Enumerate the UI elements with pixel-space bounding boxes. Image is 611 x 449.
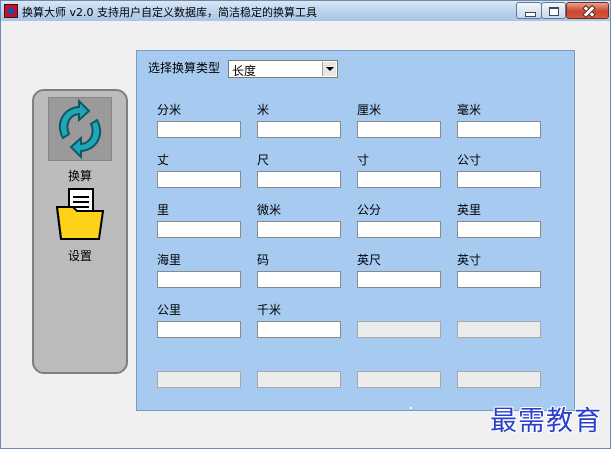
unit-label: 寸: [357, 153, 370, 167]
close-button[interactable]: [566, 2, 609, 19]
converter-panel: 选择换算类型 长度 分米 米 厘米 毫米 丈 尺 寸 公寸 里 微米 公分 英里…: [136, 50, 575, 411]
sidebar-item-label: 换算: [67, 169, 92, 183]
folder-document-icon: [55, 187, 105, 241]
minimize-button[interactable]: [516, 2, 542, 19]
maximize-button[interactable]: [541, 2, 566, 19]
unit-label: 公寸: [457, 153, 482, 167]
app-logo-icon: [4, 4, 18, 18]
unit-input[interactable]: [257, 221, 341, 238]
unit-input[interactable]: [257, 121, 341, 138]
unit-input[interactable]: [257, 171, 341, 188]
unit-label: 公分: [357, 203, 382, 217]
conversion-type-label: 选择换算类型: [148, 61, 221, 75]
unit-label: 英里: [457, 203, 482, 217]
unit-input[interactable]: [257, 321, 341, 338]
sidebar-item-label: 设置: [67, 249, 92, 263]
unit-label: 微米: [257, 203, 282, 217]
unit-input[interactable]: [157, 321, 241, 338]
unit-label: 英寸: [457, 253, 482, 267]
client-area: 换算 设置 选择换算类型 长度 分米 米 厘米 毫米 丈 尺 寸 公寸 里 微米…: [8, 22, 604, 442]
conversion-type-select[interactable]: 长度: [228, 60, 338, 78]
sidebar: 换算 设置: [32, 89, 128, 374]
unit-label: 海里: [157, 253, 182, 267]
unit-label: 尺: [257, 153, 270, 167]
unit-label: 毫米: [457, 103, 482, 117]
window-title: 换算大师 v2.0 支持用户自定义数据库，简洁稳定的换算工具: [22, 6, 317, 19]
unit-input[interactable]: [257, 271, 341, 288]
unit-input[interactable]: [457, 171, 541, 188]
decorative-dot: [410, 407, 412, 409]
sidebar-item-convert[interactable]: 换算: [34, 97, 126, 184]
app-window: 换算大师 v2.0 支持用户自定义数据库，简洁稳定的换算工具 换算 设置 选择换…: [0, 0, 611, 449]
unit-input[interactable]: [157, 121, 241, 138]
unit-input[interactable]: [357, 121, 441, 138]
unit-input[interactable]: [457, 121, 541, 138]
sidebar-item-settings[interactable]: 设置: [34, 187, 126, 264]
unit-label: 码: [257, 253, 270, 267]
chevron-down-icon[interactable]: [322, 62, 336, 76]
unit-input[interactable]: [157, 171, 241, 188]
unit-input[interactable]: [157, 221, 241, 238]
title-bar[interactable]: 换算大师 v2.0 支持用户自定义数据库，简洁稳定的换算工具: [1, 1, 610, 21]
disabled-unit-input: [257, 371, 341, 388]
unit-label: 分米: [157, 103, 182, 117]
unit-input[interactable]: [357, 271, 441, 288]
watermark-text: 最需教育: [490, 406, 602, 437]
unit-input[interactable]: [357, 171, 441, 188]
convert-icon: [48, 97, 112, 161]
disabled-unit-input: [357, 371, 441, 388]
conversion-type-value: 长度: [232, 64, 257, 78]
disabled-unit-input: [457, 371, 541, 388]
unit-input[interactable]: [457, 271, 541, 288]
unit-label: 厘米: [357, 103, 382, 117]
disabled-unit-input: [457, 321, 541, 338]
unit-input[interactable]: [457, 221, 541, 238]
disabled-unit-input: [357, 321, 441, 338]
unit-label: 英尺: [357, 253, 382, 267]
unit-label: 公里: [157, 303, 182, 317]
unit-label: 米: [257, 103, 270, 117]
unit-label: 千米: [257, 303, 282, 317]
disabled-unit-input: [157, 371, 241, 388]
unit-input[interactable]: [157, 271, 241, 288]
unit-label: 丈: [157, 153, 170, 167]
unit-input[interactable]: [357, 221, 441, 238]
unit-label: 里: [157, 203, 170, 217]
